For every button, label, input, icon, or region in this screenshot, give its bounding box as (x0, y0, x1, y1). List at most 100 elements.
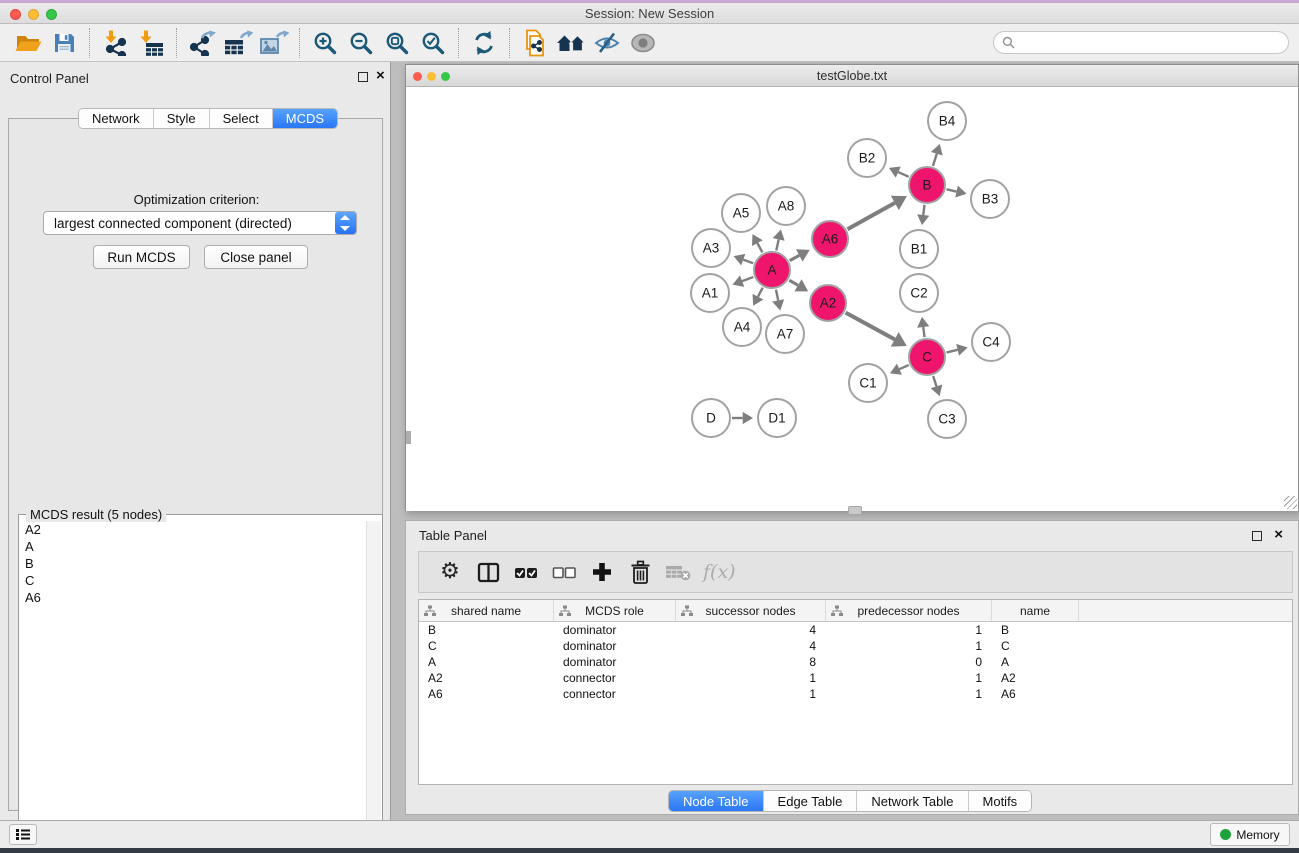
cell-successor-nodes[interactable]: 4 (676, 638, 826, 654)
import-table-button[interactable] (133, 26, 169, 60)
cell-successor-nodes[interactable]: 8 (676, 654, 826, 670)
graph-edge-B-B3[interactable] (947, 189, 957, 191)
list-item[interactable]: A6 (20, 589, 366, 606)
cell-shared-name[interactable]: C (419, 638, 554, 654)
list-item[interactable]: A (20, 538, 366, 555)
cell-mcds-role[interactable]: dominator (554, 654, 676, 670)
cell-shared-name[interactable]: A (419, 654, 554, 670)
window-edge-grip[interactable] (406, 431, 411, 444)
delete-table-button-disabled[interactable] (659, 554, 697, 590)
graph-edge-A-A5[interactable] (757, 243, 762, 252)
task-history-button[interactable] (9, 824, 37, 845)
new-network-from-selection-button[interactable] (517, 26, 553, 60)
tab-node-table[interactable]: Node Table (669, 791, 764, 811)
save-session-button[interactable] (46, 26, 82, 60)
show-panels-button[interactable] (625, 26, 661, 60)
zoom-fit-button[interactable] (379, 26, 415, 60)
graph-edge-A-A7[interactable] (776, 290, 778, 301)
graph-edge-B-B2[interactable] (898, 172, 909, 177)
cell-predecessor-nodes[interactable]: 1 (826, 622, 992, 638)
zoom-selected-button[interactable] (415, 26, 451, 60)
tab-motifs[interactable]: Motifs (969, 791, 1032, 811)
import-network-button[interactable] (97, 26, 133, 60)
delete-columns-button[interactable] (621, 554, 659, 590)
cell-successor-nodes[interactable]: 1 (676, 686, 826, 702)
graph-edge-B-B1[interactable] (923, 205, 924, 215)
graph-edge-C-C3[interactable] (933, 376, 936, 386)
graph-edge-C-C4[interactable] (946, 350, 957, 353)
cell-predecessor-nodes[interactable]: 0 (826, 654, 992, 670)
cell-shared-name[interactable]: A6 (419, 686, 554, 702)
export-network-button[interactable] (184, 26, 220, 60)
select-all-button[interactable] (507, 554, 545, 590)
zoom-in-button[interactable] (307, 26, 343, 60)
graph-edge-A2-C[interactable] (846, 313, 895, 340)
close-panel-icon[interactable]: × (376, 66, 385, 86)
refresh-layout-button[interactable] (466, 26, 502, 60)
search-field[interactable] (993, 31, 1289, 54)
cell-mcds-role[interactable]: dominator (554, 622, 676, 638)
list-item[interactable]: C (20, 572, 366, 589)
cell-mcds-role[interactable]: dominator (554, 638, 676, 654)
export-image-button[interactable] (256, 26, 292, 60)
cell-name[interactable]: A6 (992, 686, 1079, 702)
window-resize-corner[interactable] (1284, 496, 1297, 509)
column-header-shared-name[interactable]: shared name (419, 600, 554, 621)
cell-predecessor-nodes[interactable]: 1 (826, 638, 992, 654)
float-table-panel-icon[interactable] (1252, 531, 1262, 541)
tab-select[interactable]: Select (210, 109, 273, 128)
graph-edge-A-A4[interactable] (758, 288, 763, 297)
result-scrollbar[interactable] (366, 521, 381, 853)
cell-successor-nodes[interactable]: 4 (676, 622, 826, 638)
tab-style[interactable]: Style (154, 109, 210, 128)
graph-edge-C-C2[interactable] (923, 327, 924, 337)
cell-name[interactable]: A (992, 654, 1079, 670)
export-table-button[interactable] (220, 26, 256, 60)
hide-panels-button[interactable] (589, 26, 625, 60)
graph-edge-A-A3[interactable] (743, 260, 753, 264)
unselect-all-button[interactable] (545, 554, 583, 590)
column-header-name[interactable]: name (992, 600, 1079, 621)
criterion-dropdown[interactable]: largest connected component (directed) (43, 211, 357, 235)
close-table-panel-icon[interactable]: × (1274, 525, 1283, 545)
graph-edge-A-A1[interactable] (742, 277, 753, 281)
column-header-predecessor-nodes[interactable]: predecessor nodes (826, 600, 992, 621)
cell-name[interactable]: B (992, 622, 1079, 638)
tab-edge-table[interactable]: Edge Table (764, 791, 858, 811)
search-input[interactable] (1015, 36, 1265, 50)
cell-successor-nodes[interactable]: 1 (676, 670, 826, 686)
home-view-button[interactable] (553, 26, 589, 60)
memory-button[interactable]: Memory (1210, 823, 1290, 846)
cell-mcds-role[interactable]: connector (554, 686, 676, 702)
graph-edge-C-C1[interactable] (899, 365, 908, 369)
graph-edge-A-A2[interactable] (789, 280, 798, 285)
graph-edge-B-B4[interactable] (933, 154, 937, 166)
cell-name[interactable]: C (992, 638, 1079, 654)
list-item[interactable]: B (20, 555, 366, 572)
tab-network-table[interactable]: Network Table (857, 791, 968, 811)
cell-mcds-role[interactable]: connector (554, 670, 676, 686)
splitter-handle[interactable] (848, 506, 862, 515)
cell-name[interactable]: A2 (992, 670, 1079, 686)
zoom-out-button[interactable] (343, 26, 379, 60)
tab-network[interactable]: Network (79, 109, 154, 128)
tab-mcds[interactable]: MCDS (273, 109, 337, 128)
graph-edge-A-A8[interactable] (776, 239, 778, 250)
table-options-button[interactable]: ⚙ (431, 554, 469, 590)
cell-predecessor-nodes[interactable]: 1 (826, 670, 992, 686)
column-header-mcds-role[interactable]: MCDS role (554, 600, 676, 621)
float-panel-icon[interactable] (358, 72, 368, 82)
cell-predecessor-nodes[interactable]: 1 (826, 686, 992, 702)
add-column-button[interactable] (583, 554, 621, 590)
graph-edge-A6-B[interactable] (847, 203, 894, 229)
graph-edge-A-A6[interactable] (790, 255, 800, 260)
function-builder-button-disabled[interactable]: f(x) (703, 561, 736, 583)
cell-shared-name[interactable]: B (419, 622, 554, 638)
open-session-button[interactable] (10, 26, 46, 60)
close-panel-button[interactable]: Close panel (204, 245, 308, 269)
run-mcds-button[interactable]: Run MCDS (93, 245, 190, 269)
network-window-titlebar[interactable]: testGlobe.txt (406, 65, 1298, 87)
list-item[interactable]: A2 (20, 521, 366, 538)
network-canvas[interactable]: AA1A2A3A4A5A6A7A8BB1B2B3B4CC1C2C3C4DD1 (406, 88, 1298, 511)
column-header-successor-nodes[interactable]: successor nodes (676, 600, 826, 621)
